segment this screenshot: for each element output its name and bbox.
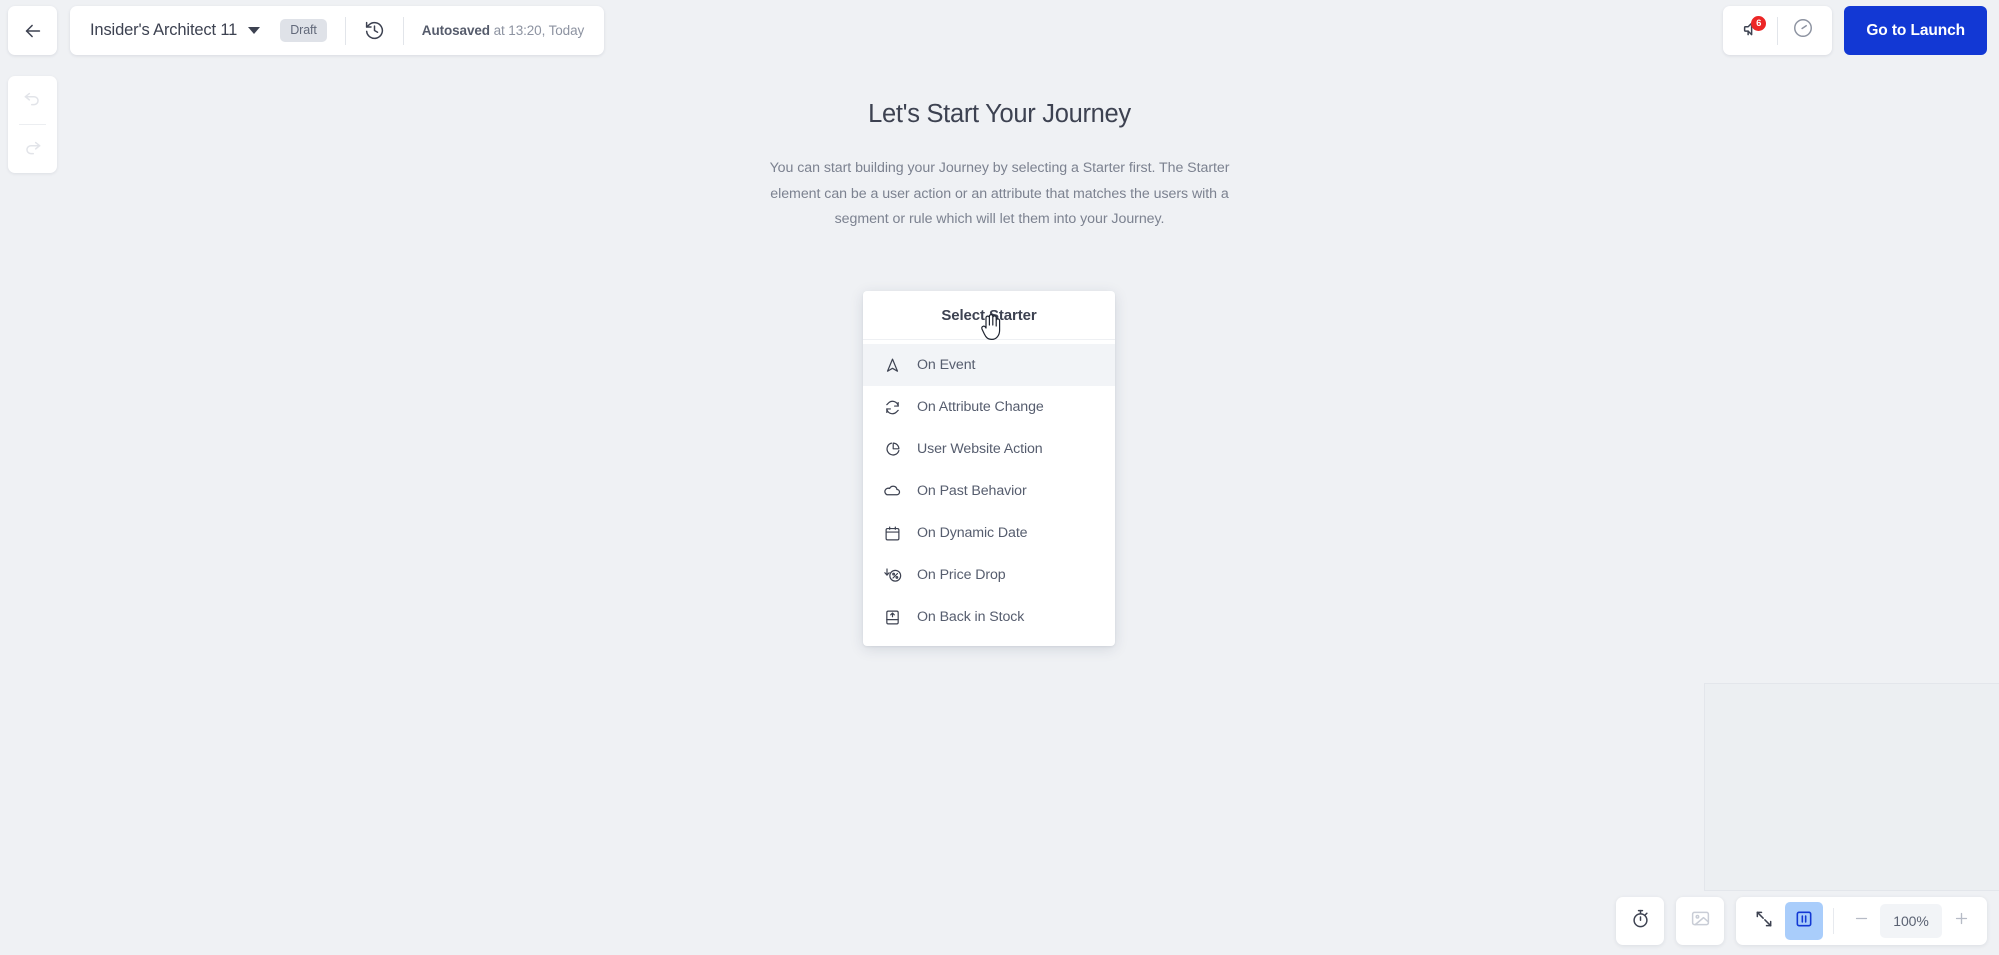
- journey-title-card: Insider's Architect 11 Draft Autosaved a…: [70, 6, 605, 55]
- image-button[interactable]: [1676, 897, 1724, 945]
- canvas-minimap[interactable]: [1704, 683, 1999, 891]
- image-icon: [1690, 908, 1711, 934]
- arrow-left-icon: [22, 20, 44, 42]
- starter-options-list: On Event On Attribute Change User Websit…: [863, 340, 1115, 646]
- starter-option-user-website-action[interactable]: User Website Action: [863, 428, 1115, 470]
- redo-icon: [23, 137, 42, 161]
- divider: [344, 16, 346, 45]
- back-in-stock-icon: [883, 608, 902, 627]
- journey-name: Insider's Architect 11: [90, 21, 238, 39]
- top-right-cluster: 6 Go to Launch: [1723, 6, 1987, 55]
- starter-option-label: User Website Action: [917, 441, 1043, 457]
- starter-option-label: On Dynamic Date: [917, 525, 1028, 541]
- bottom-toolbar: 100%: [1616, 897, 1987, 945]
- autosave-status: Autosaved at 13:20, Today: [422, 23, 584, 38]
- starter-option-label: On Price Drop: [917, 567, 1006, 583]
- plus-icon: [1953, 910, 1970, 932]
- starter-option-on-dynamic-date[interactable]: On Dynamic Date: [863, 512, 1115, 554]
- select-starter-header[interactable]: Select Starter: [863, 291, 1115, 340]
- top-bar: Insider's Architect 11 Draft Autosaved a…: [0, 0, 1999, 62]
- starter-option-on-price-drop[interactable]: On Price Drop: [863, 554, 1115, 596]
- status-badge: Draft: [280, 19, 327, 42]
- fit-to-screen-icon: [1754, 909, 1774, 934]
- announcements-button[interactable]: 6: [1729, 8, 1775, 53]
- edit-history-toolbar: [8, 76, 57, 173]
- navigation-arrow-icon: [883, 356, 902, 375]
- starter-option-on-attribute-change[interactable]: On Attribute Change: [863, 386, 1115, 428]
- divider: [402, 16, 404, 45]
- performance-button[interactable]: [1780, 8, 1826, 53]
- cloud-icon: [883, 482, 902, 501]
- calendar-icon: [883, 524, 902, 543]
- layout-columns-icon: [1794, 909, 1814, 934]
- starter-option-on-event[interactable]: On Event: [863, 344, 1115, 386]
- refresh-sync-icon: [883, 398, 902, 417]
- price-drop-icon: [883, 566, 902, 585]
- starter-option-label: On Past Behavior: [917, 483, 1027, 499]
- zoom-toolbar: 100%: [1736, 897, 1987, 945]
- go-to-launch-button[interactable]: Go to Launch: [1844, 6, 1987, 55]
- utility-icon-card: 6: [1723, 6, 1833, 55]
- divider: [1833, 908, 1834, 934]
- undo-icon: [23, 88, 42, 112]
- fit-to-screen-button[interactable]: [1745, 902, 1783, 940]
- speedometer-icon: [1792, 17, 1814, 44]
- zoom-out-button[interactable]: [1844, 904, 1878, 938]
- layout-columns-button[interactable]: [1785, 902, 1823, 940]
- select-starter-dropdown: Select Starter On Event On Attribute Cha…: [863, 291, 1115, 646]
- starter-option-label: On Back in Stock: [917, 609, 1025, 625]
- back-button[interactable]: [8, 6, 57, 55]
- divider: [1777, 16, 1779, 45]
- zoom-in-button[interactable]: [1944, 904, 1978, 938]
- starter-option-on-past-behavior[interactable]: On Past Behavior: [863, 470, 1115, 512]
- autosave-label: Autosaved: [421, 23, 490, 38]
- starter-option-on-back-in-stock[interactable]: On Back in Stock: [863, 596, 1115, 638]
- stopwatch-icon: [1630, 908, 1651, 934]
- chevron-down-icon[interactable]: [248, 27, 261, 34]
- autosave-detail: at 13:20, Today: [489, 23, 585, 38]
- pie-chart-icon: [883, 440, 902, 459]
- page-description: You can start building your Journey by s…: [769, 160, 1230, 227]
- undo-button[interactable]: [8, 76, 57, 124]
- timer-button[interactable]: [1616, 897, 1664, 945]
- zoom-level[interactable]: 100%: [1880, 904, 1942, 938]
- history-clock-icon[interactable]: [364, 20, 385, 41]
- page-title: Let's Start Your Journey: [868, 100, 1131, 128]
- notification-badge: 6: [1751, 16, 1767, 31]
- starter-option-label: On Attribute Change: [917, 399, 1044, 415]
- starter-option-label: On Event: [917, 357, 976, 373]
- redo-button[interactable]: [8, 125, 57, 173]
- minus-icon: [1853, 910, 1870, 932]
